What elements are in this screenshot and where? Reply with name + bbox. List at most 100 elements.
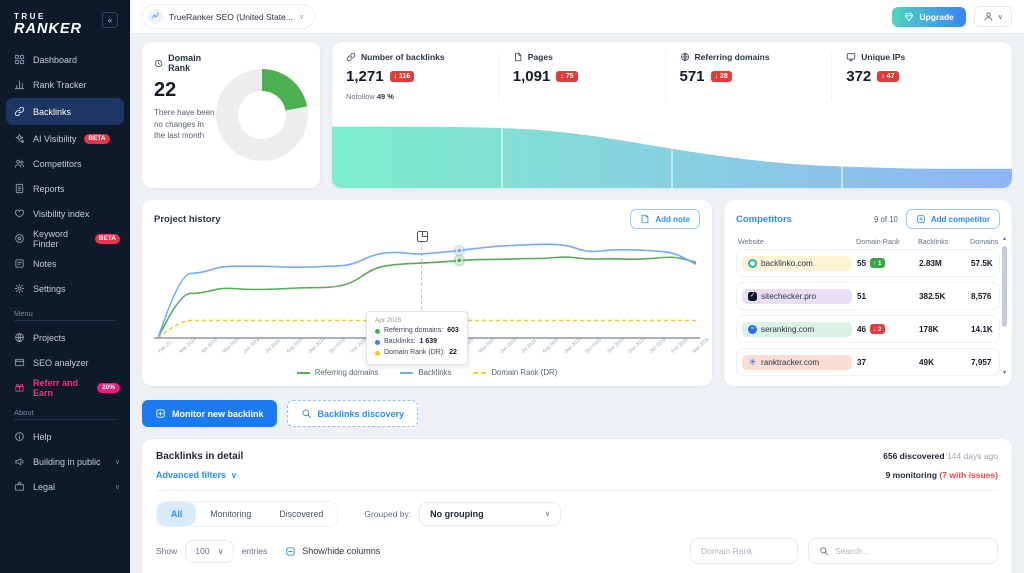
backlinks-discovery-button[interactable]: Backlinks discovery	[287, 400, 419, 427]
tooltip-row: Referring domains: 603	[375, 326, 459, 337]
yellow-dot-icon	[375, 351, 380, 356]
stats-row: Number of backlinks 1,271 ↓ 116 Nofollow…	[332, 42, 1012, 105]
chevron-down-icon: ∨	[115, 483, 120, 491]
competitor-site-label: backlinko.com	[761, 259, 813, 268]
scrollbar-thumb[interactable]	[1002, 246, 1007, 327]
legend-domain-rank[interactable]: Domain Rank (DR)	[473, 368, 557, 377]
competitor-favicon: ✳	[748, 358, 757, 367]
sidebar-item-label: Keyword Finder	[33, 229, 87, 249]
sidebar-item-keyword-finder[interactable]: Keyword Finder BETA	[0, 226, 130, 251]
tab-discovered[interactable]: Discovered	[265, 502, 337, 526]
tooltip-date: Apr 2025	[375, 317, 459, 324]
sidebar-item-notes[interactable]: Notes	[0, 251, 130, 276]
sidebar-item-backlinks[interactable]: Backlinks	[6, 98, 124, 125]
competitor-dr-delta: ↓ 2	[870, 324, 884, 334]
stat-delta-badge: ↓ 75	[556, 71, 577, 82]
backlinks-area-chart	[332, 114, 1012, 188]
x-axis-label: Nov 2025	[607, 348, 620, 362]
middle-row: Project history Add note Apr 2025 Referr…	[142, 200, 1012, 386]
sidebar-item-label: Referr and Earn	[33, 378, 89, 398]
sidebar-item-projects[interactable]: Projects	[0, 325, 130, 350]
sidebar-item-help[interactable]: Help	[0, 424, 130, 449]
project-history-title: Project history	[154, 214, 221, 225]
sidebar-collapse-button[interactable]: «	[102, 12, 118, 28]
legend-referring-domains[interactable]: Referring domains	[297, 368, 379, 377]
monitor-new-backlink-button[interactable]: Monitor new backlink	[142, 400, 277, 427]
sidebar-item-label: Rank Tracker	[33, 80, 87, 90]
competitor-site-label: sitechecker.pro	[761, 292, 816, 301]
scroll-down-icon[interactable]: ▼	[1001, 370, 1008, 376]
note-marker-icon[interactable]	[417, 231, 428, 242]
x-axis-label: Aug 2025	[542, 348, 555, 362]
add-note-button[interactable]: Add note	[630, 209, 700, 229]
competitor-site-chip[interactable]: ✳ ranktracker.com	[742, 355, 852, 370]
competitor-site-chip[interactable]: backlinko.com	[742, 256, 852, 271]
sidebar-item-referr-and-earn[interactable]: Referr and Earn 20%	[0, 375, 130, 400]
search-field[interactable]	[808, 538, 998, 564]
stat-number-of-backlinks: Number of backlinks 1,271 ↓ 116 Nofollow…	[346, 52, 498, 101]
sidebar-item-reports[interactable]: Reports	[0, 176, 130, 201]
show-hide-columns-toggle[interactable]: Show/hide columns	[285, 546, 380, 557]
stat-referring-domains: Referring domains 571 ↓ 28	[665, 52, 832, 101]
competitor-row[interactable]: ✳ ranktracker.com 37 49K 7,957	[736, 348, 1000, 376]
sidebar-item-label: AI Visibility	[33, 134, 76, 144]
plus-square-icon	[916, 214, 926, 224]
stat-label: Unique IPs	[861, 52, 905, 62]
chevron-down-icon: ∨	[545, 510, 550, 518]
x-axis-label: Oct 2024	[329, 348, 342, 362]
upgrade-label: Upgrade	[919, 12, 953, 22]
tab-all[interactable]: All	[157, 502, 196, 526]
competitor-row[interactable]: ✓ sitechecker.pro 51 382.5K 8,576	[736, 282, 1000, 310]
domain-rank-filter-input[interactable]	[690, 538, 798, 564]
sidebar-item-settings[interactable]: Settings	[0, 276, 130, 301]
divider	[14, 320, 116, 321]
competitor-site-label: seranking.com	[761, 325, 814, 334]
sidebar-section-menu: Menu	[0, 301, 130, 320]
add-competitor-button[interactable]: Add competitor	[906, 209, 1000, 229]
sidebar-item-label: Visibility index	[33, 209, 89, 219]
scroll-up-icon[interactable]: ▲	[1001, 236, 1008, 242]
advanced-filters-toggle[interactable]: Advanced filters ∨	[156, 470, 237, 480]
competitor-dr: 46	[857, 325, 866, 334]
sidebar-item-legal[interactable]: Legal ∨	[0, 474, 130, 499]
competitor-row[interactable]: backlinko.com 55 ↑ 1 2.83M 57.5K	[736, 249, 1000, 277]
rank-tracker-icon	[14, 79, 25, 90]
domain-rank-info: Domain Rank 22 There have been no change…	[154, 53, 216, 177]
domain-rank-value: 22	[154, 79, 216, 102]
sidebar-item-competitors[interactable]: Competitors	[0, 151, 130, 176]
stat-value: 1,271	[346, 68, 384, 85]
user-menu-button[interactable]: ∨	[974, 6, 1012, 27]
sidebar-item-label: Backlinks	[33, 107, 71, 117]
stat-value: 1,091	[513, 68, 551, 85]
upgrade-button[interactable]: Upgrade	[892, 7, 965, 27]
tab-monitoring[interactable]: Monitoring	[196, 502, 265, 526]
competitors-scrollbar[interactable]: ▲ ▼	[1001, 236, 1008, 376]
trueranker-mark-icon	[148, 9, 163, 24]
app-logo: TRUE RANKER	[14, 12, 82, 37]
competitor-site-chip[interactable]: ≈ seranking.com	[742, 322, 852, 337]
legend-backlinks[interactable]: Backlinks	[400, 368, 451, 377]
search-input[interactable]	[835, 539, 987, 563]
domain-rank-note: There have been no changes in the last m…	[154, 107, 216, 142]
competitor-row[interactable]: ≈ seranking.com 46 ↓ 2 178K 14.1K	[736, 315, 1000, 343]
sidebar-item-rank-tracker[interactable]: Rank Tracker	[0, 72, 130, 97]
sidebar-item-building-in-public[interactable]: Building in public ∨	[0, 449, 130, 474]
sidebar-item-seo-analyzer[interactable]: SEO analyzer	[0, 350, 130, 375]
reports-icon	[14, 183, 25, 194]
competitor-favicon: ✓	[748, 292, 757, 301]
project-history-chart[interactable]: Apr 2025 Referring domains: 603 Backlink…	[154, 235, 700, 343]
legend-swatch	[400, 372, 413, 374]
competitor-dr-delta: ↑ 1	[870, 258, 884, 268]
projects-icon	[14, 332, 25, 343]
competitors-count: 9 of 10	[874, 215, 898, 224]
sidebar-item-dashboard[interactable]: Dashboard	[0, 47, 130, 72]
stat-label: Pages	[528, 52, 553, 62]
x-axis-label: Nov 2024	[350, 348, 363, 362]
project-selector[interactable]: TrueRanker SEO (United State... ∨	[142, 4, 315, 29]
sidebar-item-ai-visibility[interactable]: AI Visibility BETA	[0, 126, 130, 151]
sidebar-item-visibility-index[interactable]: Visibility index	[0, 201, 130, 226]
stat-delta-badge: ↓ 47	[877, 71, 898, 82]
grouping-select[interactable]: No grouping ∨	[419, 502, 561, 526]
competitor-site-chip[interactable]: ✓ sitechecker.pro	[742, 289, 852, 304]
per-page-select[interactable]: 100 ∨	[185, 540, 233, 563]
